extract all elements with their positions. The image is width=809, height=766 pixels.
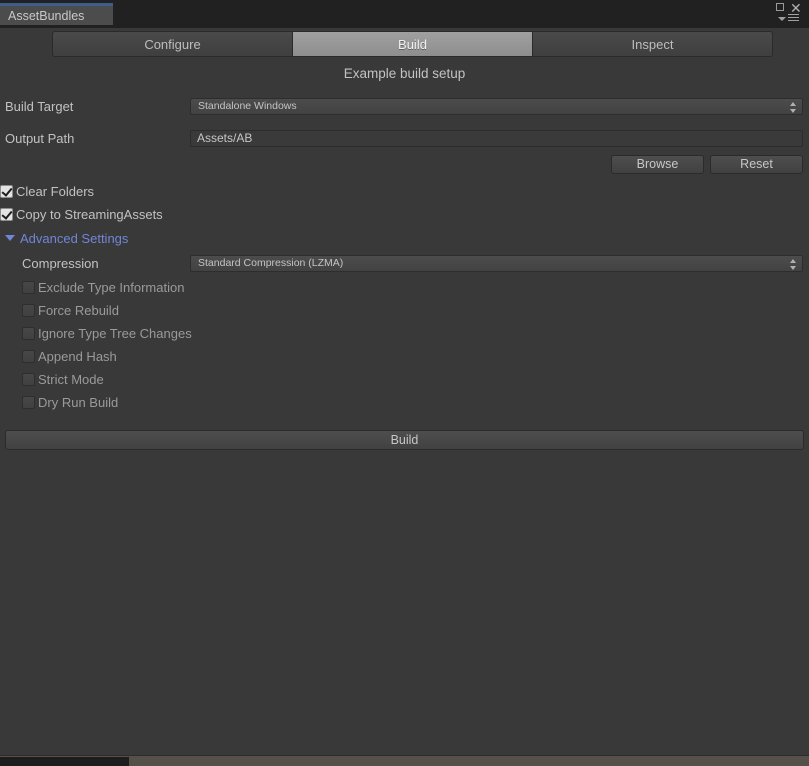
build-target-row: Build Target Standalone Windows xyxy=(0,93,809,119)
browse-button[interactable]: Browse xyxy=(611,154,704,174)
tab-inspect[interactable]: Inspect xyxy=(532,31,773,57)
updown-arrows-icon xyxy=(790,258,797,270)
build-target-label: Build Target xyxy=(5,98,74,114)
build-button-container: Build xyxy=(0,430,809,450)
output-path-input[interactable]: Assets/AB xyxy=(190,129,803,147)
tab-configure-label: Configure xyxy=(144,36,201,52)
strict-mode-row[interactable]: Strict Mode xyxy=(0,368,809,391)
chevron-down-icon[interactable] xyxy=(778,17,786,21)
browse-button-label: Browse xyxy=(636,157,679,171)
output-path-row: Output Path Assets/AB xyxy=(0,125,809,151)
page-title: Example build setup xyxy=(343,66,466,81)
build-target-value: Standalone Windows xyxy=(198,100,297,112)
compression-row: Compression Standard Compression (LZMA) xyxy=(0,250,809,276)
append-hash-row[interactable]: Append Hash xyxy=(0,345,809,368)
asset-bundle-browser-window: AssetBundles ✕ Configure Build Inspect E… xyxy=(0,0,809,766)
ignore-type-tree-changes-checkbox[interactable] xyxy=(22,327,35,340)
close-icon[interactable]: ✕ xyxy=(790,1,802,15)
tab-build-label: Build xyxy=(398,36,427,52)
clear-folders-row[interactable]: Clear Folders xyxy=(0,180,809,203)
output-path-label: Output Path xyxy=(5,130,75,146)
clear-folders-label: Clear Folders xyxy=(16,184,95,199)
tab-configure[interactable]: Configure xyxy=(52,31,292,57)
path-buttons-row: Browse Reset xyxy=(0,151,809,177)
compression-dropdown[interactable]: Standard Compression (LZMA) xyxy=(190,254,803,272)
horizontal-scrollbar-thumb[interactable] xyxy=(0,757,129,766)
force-rebuild-checkbox[interactable] xyxy=(22,304,35,317)
strict-mode-checkbox[interactable] xyxy=(22,373,35,386)
tab-build[interactable]: Build xyxy=(292,31,532,57)
strict-mode-label: Strict Mode xyxy=(38,372,104,387)
tab-inspect-label: Inspect xyxy=(631,36,674,52)
window-tab-assetbundles[interactable]: AssetBundles xyxy=(0,3,113,25)
copy-to-streamingassets-checkbox[interactable] xyxy=(0,208,13,221)
advanced-settings-foldout[interactable]: Advanced Settings xyxy=(0,226,809,250)
mode-tabstrip: Configure Build Inspect xyxy=(52,31,773,57)
build-button-label: Build xyxy=(390,433,419,447)
copy-to-streamingassets-label: Copy to StreamingAssets xyxy=(16,207,163,222)
triangle-down-icon xyxy=(5,235,15,241)
dry-run-build-label: Dry Run Build xyxy=(38,395,119,410)
ignore-type-tree-changes-label: Ignore Type Tree Changes xyxy=(38,326,192,341)
maximize-icon[interactable] xyxy=(776,3,784,11)
build-target-dropdown[interactable]: Standalone Windows xyxy=(190,97,803,115)
reset-button[interactable]: Reset xyxy=(710,154,803,174)
dry-run-build-row[interactable]: Dry Run Build xyxy=(0,391,809,414)
exclude-type-information-checkbox[interactable] xyxy=(22,281,35,294)
window-tab-label: AssetBundles xyxy=(8,8,85,23)
reset-button-label: Reset xyxy=(740,157,773,171)
compression-label: Compression xyxy=(22,255,99,271)
window-controls: ✕ xyxy=(762,1,806,27)
updown-arrows-icon xyxy=(790,101,797,113)
build-panel: Example build setup Build Target Standal… xyxy=(0,60,809,755)
build-button[interactable]: Build xyxy=(5,430,804,450)
exclude-type-information-row[interactable]: Exclude Type Information xyxy=(0,276,809,299)
force-rebuild-label: Force Rebuild xyxy=(38,303,119,318)
force-rebuild-row[interactable]: Force Rebuild xyxy=(0,299,809,322)
advanced-settings-label: Advanced Settings xyxy=(20,230,129,246)
compression-value: Standard Compression (LZMA) xyxy=(198,257,344,269)
dry-run-build-checkbox[interactable] xyxy=(22,396,35,409)
append-hash-label: Append Hash xyxy=(38,349,117,364)
append-hash-checkbox[interactable] xyxy=(22,350,35,363)
window-titlebar: AssetBundles ✕ xyxy=(0,0,809,28)
horizontal-scrollbar[interactable] xyxy=(0,755,809,766)
clear-folders-checkbox[interactable] xyxy=(0,185,13,198)
copy-to-streamingassets-row[interactable]: Copy to StreamingAssets xyxy=(0,203,809,226)
ignore-type-tree-changes-row[interactable]: Ignore Type Tree Changes xyxy=(0,322,809,345)
panel-menu-icon[interactable] xyxy=(788,14,799,23)
exclude-type-information-label: Exclude Type Information xyxy=(38,280,185,295)
output-path-value: Assets/AB xyxy=(197,131,253,145)
